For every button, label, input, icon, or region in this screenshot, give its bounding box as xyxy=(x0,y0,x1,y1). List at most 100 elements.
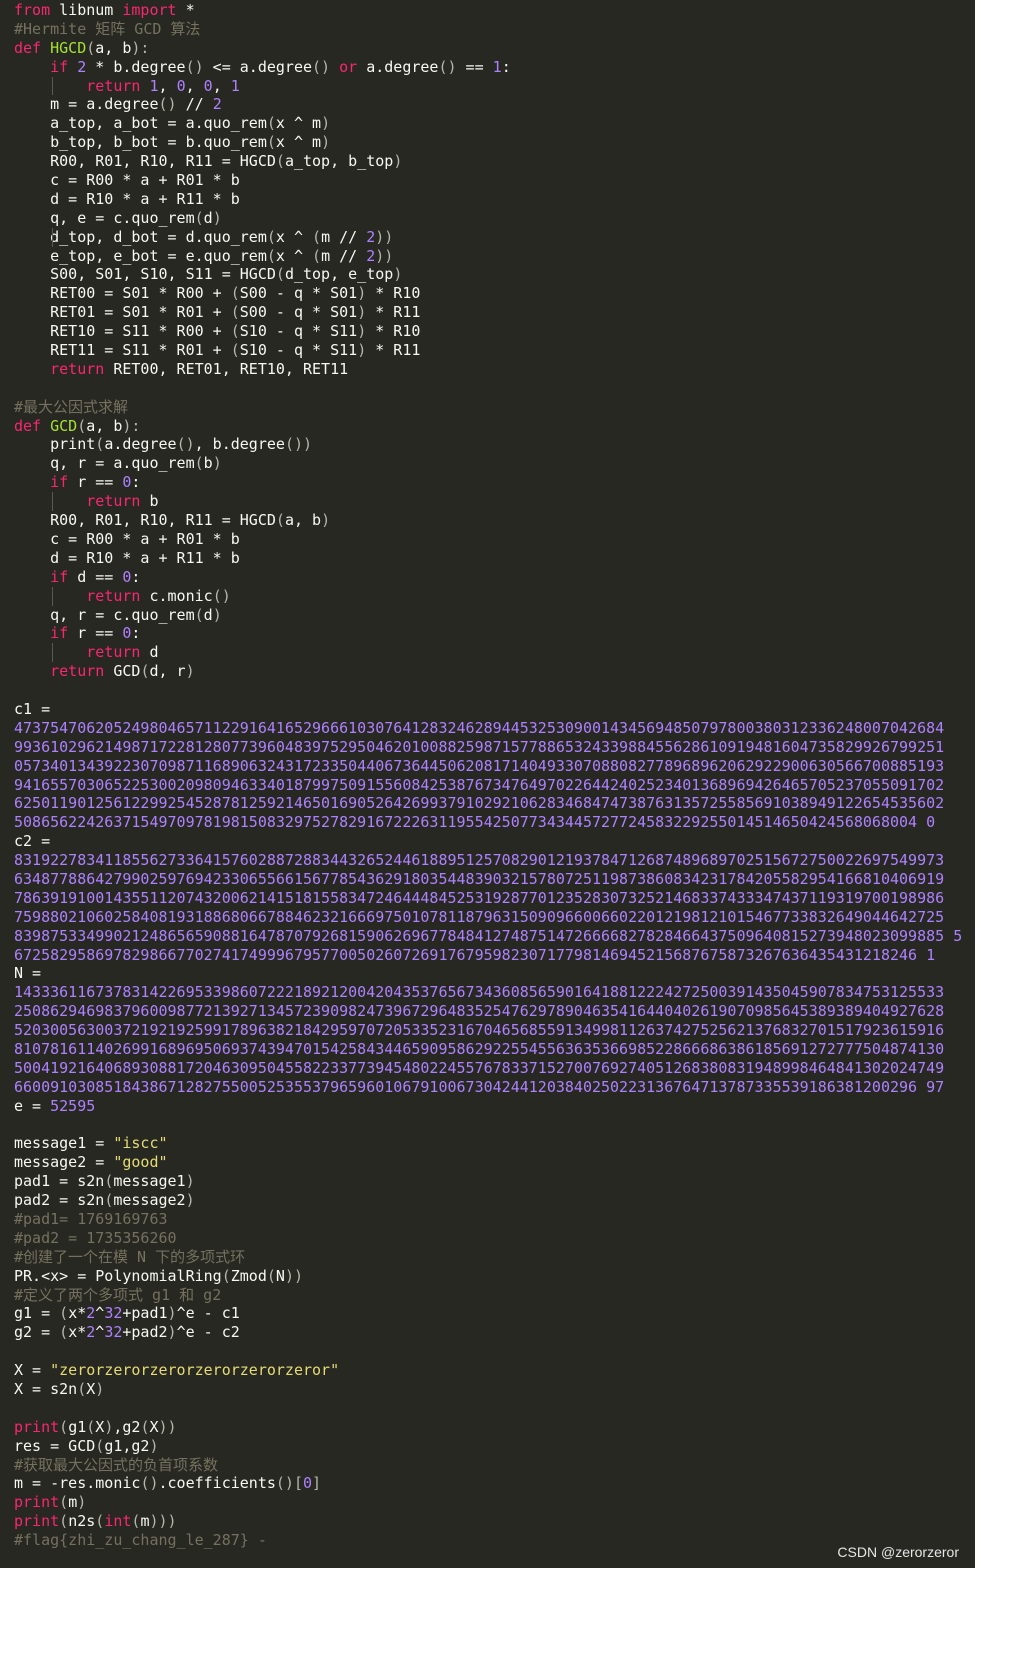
code-token: d xyxy=(203,208,213,227)
code-token: r == xyxy=(68,624,123,643)
code-token: 7598802106025840819318868066788462321666… xyxy=(14,907,945,926)
code-token: ( xyxy=(104,1191,114,1210)
code-token: () xyxy=(438,57,457,76)
code-token: e = xyxy=(14,1096,51,1115)
code-line: 1433361167378314226953398607222189212004… xyxy=(14,983,975,1002)
code-token: ( xyxy=(59,1512,69,1531)
code-token: c2 = xyxy=(14,832,51,851)
code-token: ) xyxy=(167,1304,177,1323)
code-token: return xyxy=(86,643,141,662)
code-token: g1 = xyxy=(14,1304,60,1323)
code-token: N = xyxy=(14,964,42,983)
code-token: a.degree xyxy=(104,435,177,454)
code-token: "iscc" xyxy=(113,1134,168,1153)
code-token: ( xyxy=(230,322,240,341)
code-token: print xyxy=(14,435,96,454)
code-line: return b xyxy=(14,492,975,512)
code-token: ) xyxy=(77,1493,87,1512)
code-line: return 1, 0, 0, 1 xyxy=(14,76,975,96)
code-token: int xyxy=(104,1512,132,1531)
code-token: m xyxy=(68,1493,78,1512)
code-token: if xyxy=(50,473,69,492)
code-token: message1 xyxy=(113,1172,186,1191)
code-token: ) xyxy=(212,208,222,227)
code-token: () xyxy=(312,57,331,76)
code-line: #定义了两个多项式 g1 和 g2 xyxy=(14,1286,975,1305)
code-line: S00, S01, S10, S11 = HGCD(d_top, e_top) xyxy=(14,265,975,284)
code-token: c1 = xyxy=(14,699,51,718)
code-token: ( xyxy=(104,1172,114,1191)
code-line: c1 = xyxy=(14,700,975,719)
code-token: , xyxy=(185,76,204,95)
code-token: R00, R01, R10, R11 = HGCD xyxy=(14,511,276,530)
code-token: , b.degree xyxy=(194,435,285,454)
code-token: ( xyxy=(77,416,87,435)
code-token: S00 - q * S01 xyxy=(239,303,358,322)
code-line: m = a.degree() // 2 xyxy=(14,95,975,114)
code-token: () xyxy=(176,435,195,454)
code-line: b_top, b_bot = b.quo_rem(x ^ m) xyxy=(14,133,975,152)
indent-guide xyxy=(52,643,53,663)
code-token: * R10 xyxy=(366,284,421,303)
code-token: "zerorzerorzerorzerorzerorzeror" xyxy=(50,1361,340,1380)
code-editor[interactable]: from libnum import * #Hermite 矩阵 GCD 算法 d e… xyxy=(0,0,975,1568)
code-token: if xyxy=(50,57,69,76)
code-token: #pad1= 1769169763 xyxy=(14,1210,168,1228)
code-token: ( xyxy=(86,38,96,57)
code-token: a_top, a_bot = a.quo_rem xyxy=(14,114,267,133)
code-token: pad1 = s2n xyxy=(14,1172,105,1191)
code-line: from libnum import * xyxy=(14,1,975,20)
csdn-watermark: CSDN @zerorzeror xyxy=(837,1544,959,1560)
code-token: ( xyxy=(266,1266,276,1285)
code-token: X xyxy=(86,1380,96,1399)
code-token: d == xyxy=(68,567,123,586)
code-line: return RET00, RET01, RET10, RET11 xyxy=(14,360,975,379)
code-token: 7863919100143551120743200621415181558347… xyxy=(14,888,945,907)
code-token: ) xyxy=(167,1323,177,1342)
code-line: c = R00 * a + R01 * b xyxy=(14,171,975,190)
code-token: ^ xyxy=(95,1304,105,1323)
code-token: 9936102962149871722812807739604839752950… xyxy=(14,737,945,756)
code-token: )) xyxy=(375,246,394,265)
code-token: x ^ m xyxy=(275,133,322,152)
code-token: ( xyxy=(59,1417,69,1436)
code-token: ) xyxy=(393,265,403,284)
code-token: x ^ m xyxy=(275,114,322,133)
code-token: ) xyxy=(357,341,367,360)
code-token: ( xyxy=(77,1380,87,1399)
code-token: 0 xyxy=(176,76,186,95)
code-line: 0573401343922307098711689063243172335044… xyxy=(14,757,975,776)
code-token: ,g2 xyxy=(113,1417,141,1436)
code-line: X = "zerorzerorzerorzerorzerorzeror" xyxy=(14,1361,975,1380)
code-token: * R11 xyxy=(366,341,421,360)
code-token: if xyxy=(50,567,69,586)
code-token: d xyxy=(203,605,213,624)
code-token: Zmod xyxy=(230,1266,267,1285)
code-line: if r == 0: xyxy=(14,624,975,643)
code-line: #flag{zhi_zu_chang_le_287} - xyxy=(14,1531,975,1550)
code-line: 5004192164068930881720463095045582233773… xyxy=(14,1059,975,1078)
code-token: #Hermite 矩阵 GCD 算法 xyxy=(14,19,201,38)
code-line: d = R10 * a + R11 * b xyxy=(14,190,975,209)
code-token: S10 - q * S11 xyxy=(239,322,358,341)
code-area[interactable]: from libnum import * #Hermite 矩阵 GCD 算法 d e… xyxy=(0,0,975,1550)
code-token: () xyxy=(140,1474,159,1493)
code-line: 9936102962149871722812807739604839752950… xyxy=(14,738,975,757)
code-token: 1 xyxy=(149,76,159,95)
code-token: 2 xyxy=(86,1323,96,1342)
code-token: 2 xyxy=(77,57,87,76)
code-token: return xyxy=(50,359,105,378)
code-line: RET00 = S01 * R00 + (S00 - q * S01) * R1… xyxy=(14,284,975,303)
code-token: ) xyxy=(95,1380,105,1399)
code-line: return d xyxy=(14,643,975,663)
code-token: 4737547062052498046571122916416529666103… xyxy=(14,718,945,737)
code-token: d_top, e_top xyxy=(284,265,394,284)
code-token: PR.<x> = PolynomialRing xyxy=(14,1266,222,1285)
code-token: () xyxy=(185,57,204,76)
